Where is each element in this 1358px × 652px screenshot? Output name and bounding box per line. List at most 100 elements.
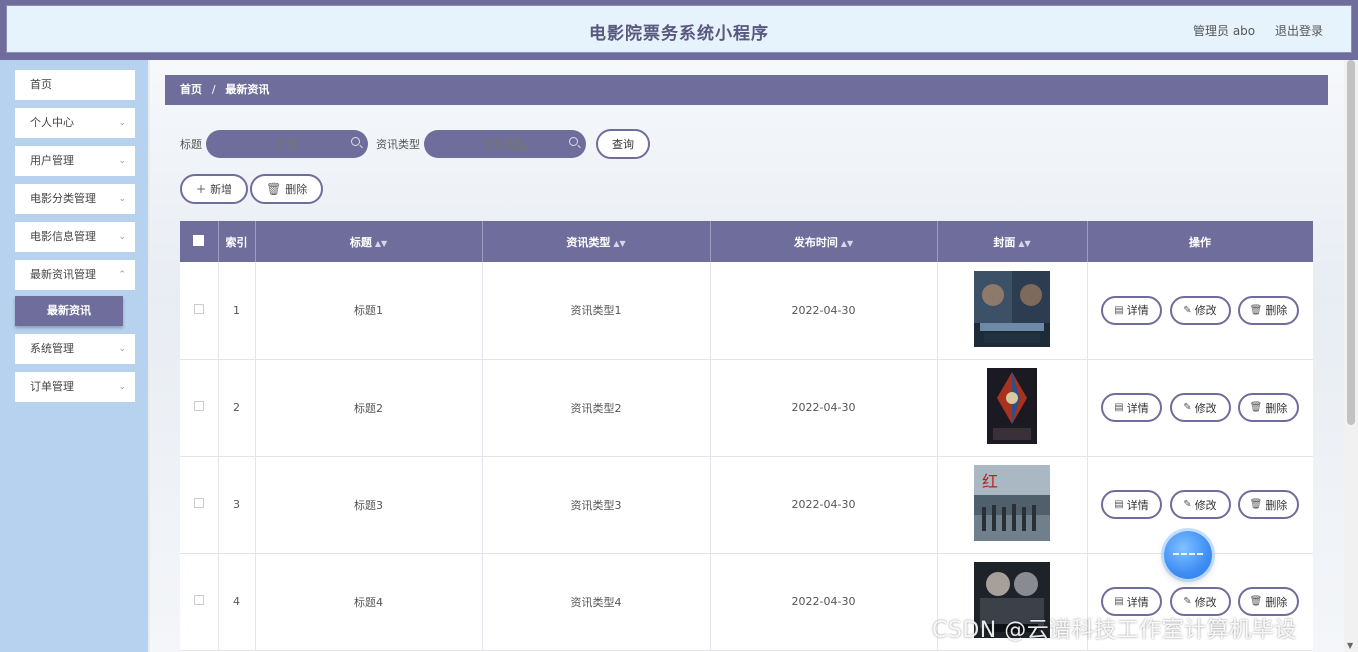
trash-icon: 🗑 xyxy=(1249,596,1263,607)
row-date: 2022-04-30 xyxy=(710,262,938,360)
sidebar-item-label: 首页 xyxy=(30,78,52,91)
plus-icon: + xyxy=(196,182,207,196)
sidebar-item-system-management[interactable]: 系统管理 ⌄ xyxy=(15,334,135,364)
row-date: 2022-04-30 xyxy=(710,553,938,651)
sidebar-item-label: 订单管理 xyxy=(30,380,74,393)
document-icon: ▤ xyxy=(1114,402,1124,413)
scroll-down-arrow-icon[interactable]: ▼ xyxy=(1347,641,1353,650)
title-header[interactable]: 标题 ▲▼ xyxy=(255,221,483,262)
detail-button[interactable]: ▤ 详情 xyxy=(1101,393,1162,422)
cover-header[interactable]: 封面 ▲▼ xyxy=(937,221,1088,262)
delete-button[interactable]: 🗑 删除 xyxy=(1238,490,1299,519)
delete-button[interactable]: 🗑 删除 xyxy=(1238,393,1299,422)
edit-button[interactable]: ✎ 修改 xyxy=(1169,393,1231,422)
delete-button-label: 删除 xyxy=(285,183,308,196)
batch-delete-button[interactable]: 🗑 删除 xyxy=(250,174,324,204)
add-button-label: 新增 xyxy=(210,183,233,196)
table-row: 3 标题3 资讯类型3 2022-04-30 红 ▤ 详情 ✎ 修改 🗑 删除 xyxy=(180,456,1313,554)
row-date: 2022-04-30 xyxy=(710,359,938,457)
trash-icon: 🗑 xyxy=(266,182,282,196)
logout-link[interactable]: 退出登录 xyxy=(1275,24,1323,38)
row-type: 资讯类型2 xyxy=(482,359,711,457)
type-header[interactable]: 资讯类型 ▲▼ xyxy=(482,221,711,262)
trash-icon: 🗑 xyxy=(1249,304,1263,316)
svg-text:红: 红 xyxy=(982,472,998,491)
watermark: CSDN @云谱科技工作室计算机毕设 xyxy=(932,618,1297,643)
chevron-down-icon: ⌄ xyxy=(118,118,126,128)
select-all-header[interactable] xyxy=(180,221,219,262)
row-index: 1 xyxy=(218,262,256,360)
sidebar-item-user-management[interactable]: 用户管理 ⌄ xyxy=(15,146,135,176)
row-ops-cell: ▤ 详情 ✎ 修改 🗑 删除 xyxy=(1087,359,1313,457)
row-title: 标题4 xyxy=(255,553,483,651)
sidebar-item-order-management[interactable]: 订单管理 ⌄ xyxy=(15,372,135,402)
type-search-label: 资讯类型 xyxy=(376,138,420,151)
chevron-up-icon: ⌃ xyxy=(118,270,126,280)
chevron-down-icon: ⌄ xyxy=(118,156,126,166)
floating-assistant-button[interactable] xyxy=(1164,531,1212,579)
admin-user-label: 管理员 abo xyxy=(1193,24,1256,38)
sidebar-item-label: 电影分类管理 xyxy=(30,192,96,205)
table-header-row: 索引 标题 ▲▼ 资讯类型 ▲▼ 发布时间 ▲▼ 封面 ▲▼ 操作 xyxy=(180,221,1313,262)
breadcrumb-home[interactable]: 首页 xyxy=(180,83,202,96)
ops-header: 操作 xyxy=(1087,221,1313,262)
cover-image[interactable] xyxy=(974,270,1050,347)
row-checkbox[interactable] xyxy=(193,595,204,605)
row-title: 标题2 xyxy=(255,359,483,457)
sidebar-item-label: 系统管理 xyxy=(30,342,74,355)
pencil-icon: ✎ xyxy=(1183,402,1192,413)
edit-button[interactable]: ✎ 修改 xyxy=(1169,295,1231,325)
sidebar-item-label: 最新资讯管理 xyxy=(30,268,96,281)
row-cover-cell xyxy=(937,359,1088,457)
sidebar-item-movie-category-management[interactable]: 电影分类管理 ⌄ xyxy=(15,184,135,214)
breadcrumb-separator: / xyxy=(211,83,216,96)
sidebar-item-label: 用户管理 xyxy=(30,154,74,167)
add-button[interactable]: + 新增 xyxy=(180,174,249,204)
edit-button[interactable]: ✎ 修改 xyxy=(1169,490,1231,519)
page-scrollbar[interactable]: ▼ xyxy=(1344,60,1358,652)
row-type: 资讯类型3 xyxy=(482,456,711,554)
breadcrumb: 首页 / 最新资讯 xyxy=(165,75,1328,105)
row-type: 资讯类型4 xyxy=(482,553,711,651)
sidebar-item-news-management[interactable]: 最新资讯管理 ⌃ xyxy=(15,260,135,290)
sidebar-item-home[interactable]: 首页 xyxy=(15,70,135,100)
row-select-cell xyxy=(180,262,219,360)
detail-button[interactable]: ▤ 详情 xyxy=(1101,295,1162,325)
table-row: 2 标题2 资讯类型2 2022-04-30 ▤ 详情 ✎ 修改 🗑 删除 xyxy=(180,359,1313,457)
search-icon xyxy=(351,137,360,146)
document-icon: ▤ xyxy=(1114,596,1124,607)
row-select-cell xyxy=(180,553,219,651)
cover-image[interactable] xyxy=(987,368,1037,444)
sort-icon: ▲▼ xyxy=(374,238,388,248)
row-checkbox[interactable] xyxy=(193,303,204,314)
date-header[interactable]: 发布时间 ▲▼ xyxy=(710,221,938,262)
row-type: 资讯类型1 xyxy=(482,262,711,360)
detail-button[interactable]: ▤ 详情 xyxy=(1101,490,1162,519)
action-toolbar: + 新增 🗑 删除 xyxy=(180,174,325,204)
document-icon: ▤ xyxy=(1114,304,1124,316)
index-header: 索引 xyxy=(218,221,256,262)
trash-icon: 🗑 xyxy=(1249,499,1263,510)
scrollbar-thumb[interactable] xyxy=(1347,60,1355,425)
cover-image[interactable]: 红 xyxy=(974,465,1050,541)
row-checkbox[interactable] xyxy=(193,498,204,508)
sidebar-item-label: 个人中心 xyxy=(30,116,74,129)
sidebar-item-personal-center[interactable]: 个人中心 ⌄ xyxy=(15,108,135,138)
type-search-input[interactable] xyxy=(424,130,586,158)
sidebar-item-movie-info-management[interactable]: 电影信息管理 ⌄ xyxy=(15,222,135,252)
header-panel: 电影院票务系统小程序 管理员 abo 退出登录 xyxy=(6,5,1352,53)
query-button[interactable]: 查询 xyxy=(596,129,650,159)
delete-button[interactable]: 🗑 删除 xyxy=(1238,295,1299,325)
row-index: 4 xyxy=(218,553,256,651)
trash-icon: 🗑 xyxy=(1249,402,1263,413)
select-all-checkbox[interactable] xyxy=(193,234,205,246)
title-search-input[interactable] xyxy=(206,130,368,158)
sidebar-subitem-latest-news[interactable]: 最新资讯 xyxy=(15,296,123,326)
sidebar-item-label: 电影信息管理 xyxy=(30,230,96,243)
search-icon xyxy=(569,137,578,146)
row-checkbox[interactable] xyxy=(193,401,204,411)
app-title: 电影院票务系统小程序 xyxy=(589,24,769,44)
sort-icon: ▲▼ xyxy=(840,238,854,248)
type-search-wrapper xyxy=(424,130,594,158)
breadcrumb-current: 最新资讯 xyxy=(225,83,270,96)
